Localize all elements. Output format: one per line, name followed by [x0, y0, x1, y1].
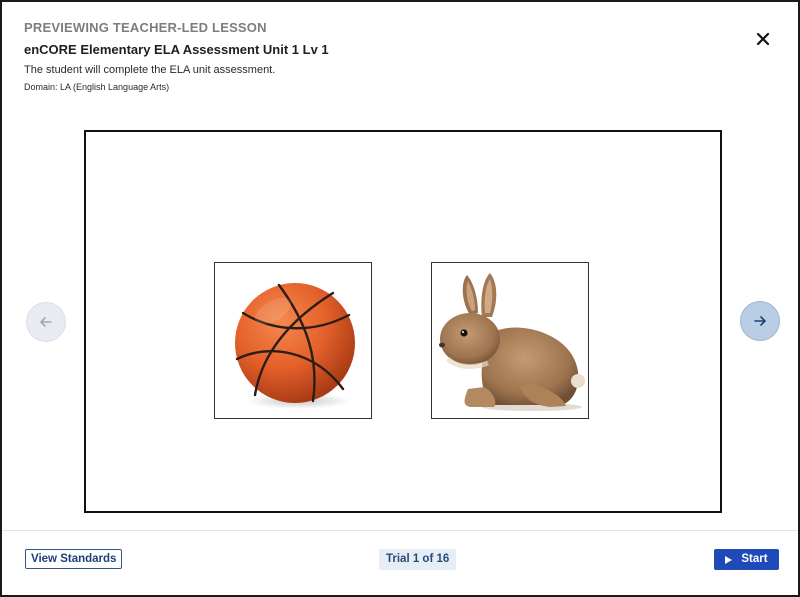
- arrow-left-icon: [40, 317, 52, 327]
- modal-header: PREVIEWING TEACHER-LED LESSON enCORE Ele…: [24, 20, 738, 93]
- trial-counter: Trial 1 of 16: [379, 549, 457, 570]
- close-icon: [756, 32, 770, 46]
- footer-divider: [2, 530, 798, 531]
- start-button-label: Start: [741, 553, 768, 565]
- lesson-preview-modal: PREVIEWING TEACHER-LED LESSON enCORE Ele…: [0, 0, 800, 597]
- view-standards-button[interactable]: View Standards: [25, 549, 123, 569]
- start-button[interactable]: Start: [714, 549, 779, 570]
- preview-eyebrow: PREVIEWING TEACHER-LED LESSON: [24, 20, 267, 35]
- answer-card-basketball[interactable]: [214, 262, 372, 419]
- lesson-description: The student will complete the ELA unit a…: [24, 64, 276, 76]
- next-trial-button[interactable]: [740, 301, 780, 341]
- close-button[interactable]: [754, 30, 772, 48]
- lesson-title: enCORE Elementary ELA Assessment Unit 1 …: [24, 42, 329, 57]
- arrow-right-icon: [754, 316, 766, 326]
- answer-card-rabbit[interactable]: [431, 262, 589, 419]
- previous-trial-button[interactable]: [26, 302, 66, 342]
- play-icon: [725, 555, 733, 564]
- basketball-image: [235, 283, 355, 409]
- trial-stage: [84, 130, 722, 513]
- rabbit-image: [439, 273, 585, 411]
- lesson-domain: Domain: LA (English Language Arts): [24, 82, 170, 92]
